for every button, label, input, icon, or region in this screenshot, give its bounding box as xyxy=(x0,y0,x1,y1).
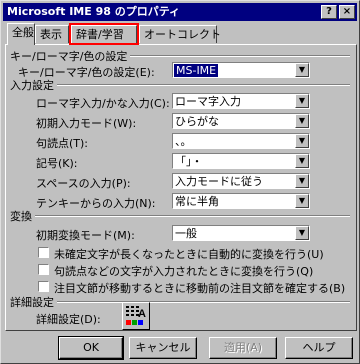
tab-general[interactable]: 全般 xyxy=(7,23,35,45)
dropdown-arrow-icon[interactable]: ▼ xyxy=(295,154,309,168)
properties-grid-icon: A xyxy=(126,306,146,325)
initial-conversion-mode-value: 一般 xyxy=(175,227,197,240)
dropdown-arrow-icon[interactable]: ▼ xyxy=(295,94,309,108)
tab-dictionary-learning[interactable]: 辞書/学習 xyxy=(69,23,139,45)
tenkey-input-value: 常に半角 xyxy=(175,195,219,208)
initial-conversion-mode-label: 初期変換モード(M): xyxy=(36,229,135,242)
ok-button[interactable]: OK xyxy=(58,336,124,360)
dropdown-arrow-icon[interactable]: ▼ xyxy=(295,63,309,77)
help-title-button[interactable]: ? xyxy=(321,5,337,19)
initial-input-mode-select[interactable]: ひらがな ▼ xyxy=(172,113,310,129)
apply-button[interactable]: 適用(A) xyxy=(209,337,277,359)
auto-convert-checkbox[interactable] xyxy=(38,247,49,258)
space-input-value: 入力モードに従う xyxy=(175,175,263,188)
initial-input-mode-value: ひらがな xyxy=(175,115,219,128)
help-button-label: ヘルプ xyxy=(302,341,336,354)
group-conversion: 変換 xyxy=(10,208,35,224)
group-input-settings: 入力設定 xyxy=(10,77,57,93)
initial-input-mode-label: 初期入力モード(W): xyxy=(36,117,137,130)
punctuation-convert-label[interactable]: 句読点などの文字が入力されたときに変換を行う(Q) xyxy=(54,263,313,279)
romaji-kana-value: ローマ字入力 xyxy=(175,95,241,108)
group-detail-settings: 詳細設定 xyxy=(10,294,57,310)
tab-autocorrect[interactable]: オートコレクト xyxy=(139,25,221,43)
detail-settings-button[interactable]: A xyxy=(122,302,150,330)
group-separator xyxy=(10,215,350,217)
ok-button-label: OK xyxy=(83,341,99,354)
romaji-kana-label: ローマ字入力/かな入力(C): xyxy=(36,97,170,110)
space-input-label: スペースの入力(P): xyxy=(36,177,131,190)
cancel-button-label: キャンセル xyxy=(135,341,191,354)
tab-autocorrect-label: オートコレクト xyxy=(144,28,221,41)
punctuation-convert-checkbox[interactable] xyxy=(38,264,49,275)
symbol-select[interactable]: 「」・ ▼ xyxy=(172,153,310,169)
dropdown-arrow-icon[interactable]: ▼ xyxy=(295,134,309,148)
tab-strip: 全般 表示 辞書/学習 オートコレクト xyxy=(5,23,357,45)
window-title: Microsoft IME 98 のプロパティ xyxy=(7,5,181,18)
confirm-phrase-checkbox[interactable] xyxy=(38,281,49,292)
group-separator xyxy=(10,301,350,303)
group-key-settings: キー/ローマ字/色の設定 xyxy=(10,48,131,64)
apply-button-label: 適用(A) xyxy=(223,341,263,354)
detail-settings-label: 詳細設定(D): xyxy=(36,313,101,326)
cancel-button[interactable]: キャンセル xyxy=(129,337,197,359)
confirm-phrase-label[interactable]: 注目文節が移動するときに移動前の注目文節を確定する(B) xyxy=(54,280,345,296)
punctuation-select[interactable]: 、。 ▼ xyxy=(172,133,310,149)
key-settings-select[interactable]: MS-IME ▼ xyxy=(172,62,310,78)
help-button[interactable]: ヘルプ xyxy=(285,337,353,359)
romaji-kana-select[interactable]: ローマ字入力 ▼ xyxy=(172,93,310,109)
svg-text:A: A xyxy=(138,308,146,320)
dropdown-arrow-icon[interactable]: ▼ xyxy=(295,226,309,240)
symbol-label: 記号(K): xyxy=(36,157,78,170)
key-settings-value: MS-IME xyxy=(174,64,219,77)
properties-dialog: Microsoft IME 98 のプロパティ ? × 全般 表示 辞書/学習 … xyxy=(0,0,360,364)
tab-panel-general: キー/ローマ字/色の設定 キー/ローマ字/色の設定(E): MS-IME ▼ 入… xyxy=(5,44,357,331)
tenkey-input-label: テンキーからの入力(N): xyxy=(36,197,156,210)
space-input-select[interactable]: 入力モードに従う ▼ xyxy=(172,173,310,189)
punctuation-label: 句読点(T): xyxy=(36,137,89,150)
close-button[interactable]: × xyxy=(339,5,355,19)
tab-general-label: 全般 xyxy=(12,26,34,39)
punctuation-value: 、。 xyxy=(175,135,192,148)
tab-display-label: 表示 xyxy=(40,28,62,41)
dropdown-arrow-icon[interactable]: ▼ xyxy=(295,114,309,128)
dropdown-arrow-icon[interactable]: ▼ xyxy=(295,174,309,188)
tenkey-input-select[interactable]: 常に半角 ▼ xyxy=(172,193,310,209)
dropdown-arrow-icon[interactable]: ▼ xyxy=(295,194,309,208)
symbol-value: 「」・ xyxy=(175,155,203,168)
tab-dictionary-label: 辞書/学習 xyxy=(76,28,124,41)
group-separator xyxy=(10,84,350,86)
tab-display[interactable]: 表示 xyxy=(35,25,69,43)
initial-conversion-mode-select[interactable]: 一般 ▼ xyxy=(172,225,310,241)
title-bar[interactable]: Microsoft IME 98 のプロパティ ? × xyxy=(3,3,357,21)
auto-convert-label[interactable]: 未確定文字が長くなったときに自動的に変換を行う(U) xyxy=(54,246,324,262)
